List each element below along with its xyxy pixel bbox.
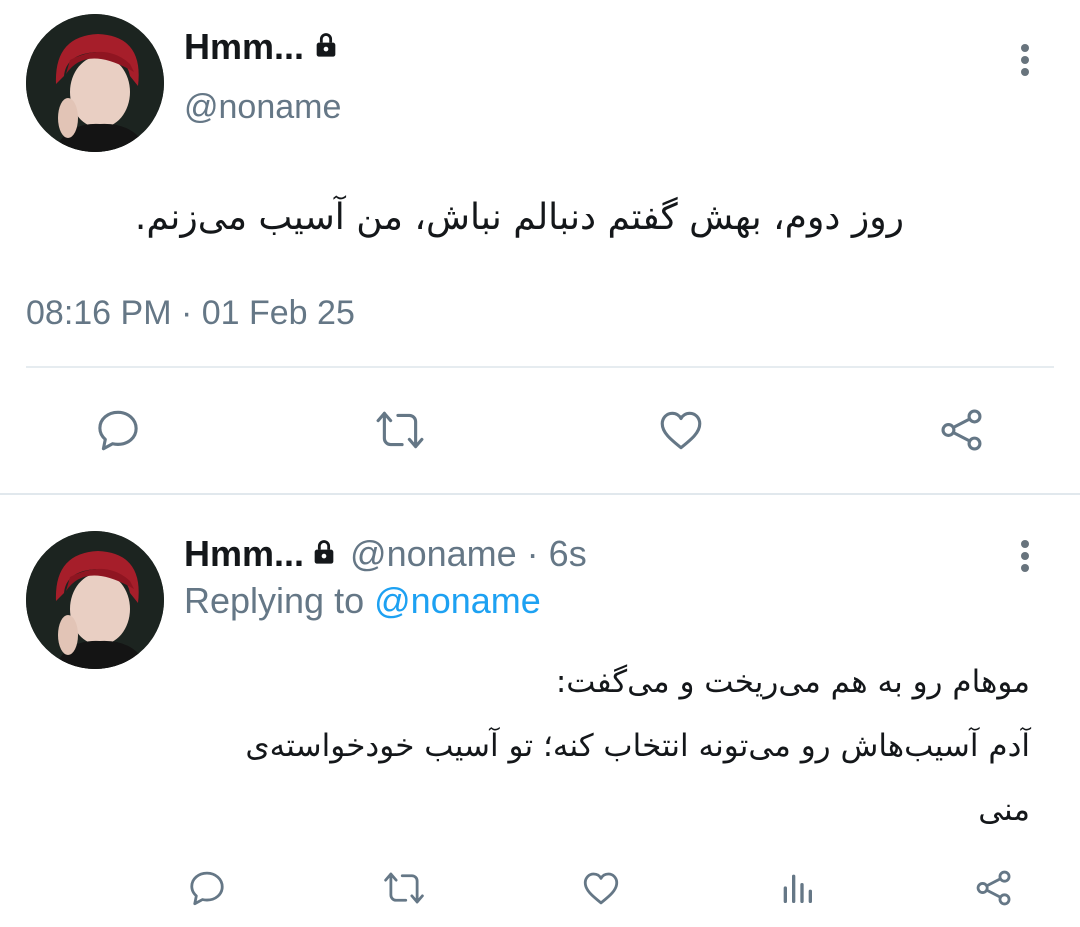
display-name[interactable]: Hmm... (184, 26, 340, 68)
avatar[interactable] (26, 531, 164, 669)
display-name[interactable]: Hmm... (184, 533, 304, 575)
retweet-icon[interactable] (380, 866, 428, 910)
avatar-photo (26, 531, 164, 669)
like-icon[interactable] (578, 866, 624, 910)
tweet-text: موهام رو به هم می‌ریخت و می‌گفت: آدم آسی… (184, 650, 1030, 842)
tweet-timestamp[interactable]: 08:16 PM · 01 Feb 25 (26, 294, 355, 333)
reply-icon[interactable] (92, 404, 144, 456)
handle[interactable]: @noname (350, 533, 517, 575)
more-options-icon[interactable] (1013, 536, 1037, 576)
retweet-icon[interactable] (372, 404, 428, 456)
share-icon[interactable] (936, 404, 988, 456)
replying-to: Replying to @noname (184, 580, 541, 621)
lock-icon (310, 533, 338, 575)
tweet-text-line: موهام رو به هم می‌ریخت و می‌گفت: (555, 664, 1030, 700)
thread-divider (0, 493, 1080, 495)
like-icon[interactable] (654, 404, 708, 456)
reply-icon[interactable] (185, 866, 229, 910)
lock-icon (312, 26, 340, 68)
tweet-text-line: آدم آسیب‌هاش رو می‌تونه انتخاب کنه؛ تو آ… (245, 728, 1030, 764)
replying-to-link[interactable]: @noname (374, 580, 541, 621)
divider (26, 366, 1054, 368)
avatar[interactable] (26, 14, 164, 152)
tweet-text: روز دوم، بهش گفتم دنبالم نباش، من آسیب م… (134, 197, 904, 238)
share-icon[interactable] (972, 866, 1016, 910)
avatar-photo (26, 14, 164, 152)
tweet-text-line: منی (978, 792, 1030, 828)
handle[interactable]: @noname (184, 88, 341, 127)
analytics-icon[interactable] (776, 866, 818, 910)
reply-header: Hmm... @noname · 6s (184, 533, 587, 575)
tweet-time[interactable]: 6s (549, 533, 587, 575)
more-options-icon[interactable] (1013, 40, 1037, 80)
separator: · (526, 533, 539, 574)
